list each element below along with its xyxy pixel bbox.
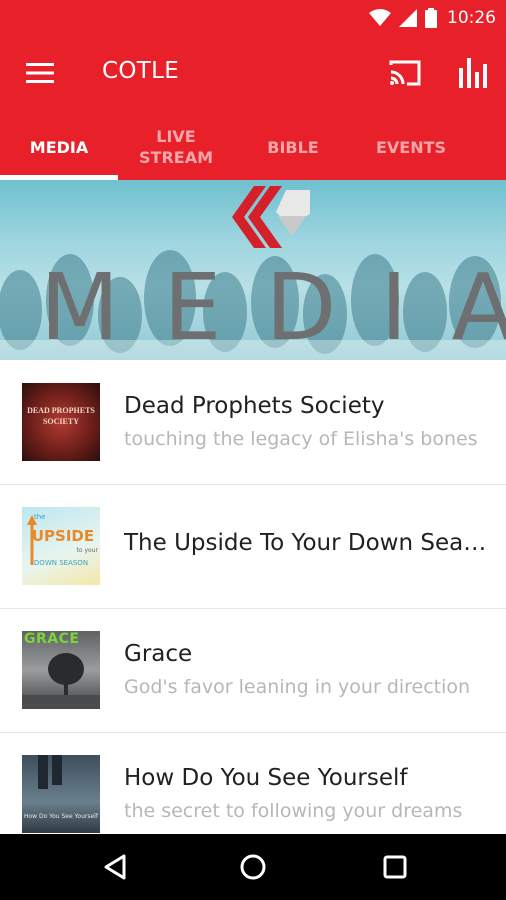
series-list: DEAD PROPHETS SOCIETY Dead Prophets Soci…: [0, 360, 506, 834]
list-item[interactable]: GRACE Grace God's favor leaning in your …: [0, 608, 506, 733]
battery-icon: [425, 8, 437, 28]
tab-bible[interactable]: BIBLE: [234, 114, 352, 180]
app-bar: COTLE: [0, 36, 506, 114]
series-title: Dead Prophets Society: [124, 393, 385, 419]
status-time: 10:26: [447, 8, 496, 28]
series-thumbnail: DEAD PROPHETS SOCIETY: [22, 383, 100, 461]
signal-icon: [399, 9, 417, 27]
series-subtitle: God's favor leaning in your direction: [124, 676, 471, 698]
thumb-text: DEAD PROPHETS: [27, 406, 95, 415]
tab-label-line2: STREAM: [139, 148, 213, 167]
recents-square-icon[interactable]: [380, 852, 410, 882]
tab-label: BIBLE: [267, 137, 319, 157]
series-title: How Do You See Yourself: [124, 765, 408, 791]
app-title: COTLE: [102, 58, 180, 84]
list-item[interactable]: DEAD PROPHETS SOCIETY Dead Prophets Soci…: [0, 360, 506, 485]
series-thumbnail: How Do You See Yourself: [22, 755, 100, 833]
tab-label-line1: LIVE: [156, 127, 196, 146]
thumb-text: DOWN SEASON: [33, 559, 89, 567]
series-subtitle: the secret to following your dreams: [124, 800, 463, 822]
status-icons: 10:26: [369, 6, 496, 30]
thumb-text: How Do You See Yourself: [24, 813, 98, 820]
thumb-text: SOCIETY: [42, 417, 79, 426]
bar-chart-icon[interactable]: [458, 56, 488, 88]
series-thumbnail: GRACE: [22, 631, 100, 709]
status-bar: 10:26: [0, 0, 506, 36]
tab-bar: MEDIA LIVE STREAM BIBLE EVENTS: [0, 114, 506, 180]
thumb-text: to your: [76, 547, 98, 554]
tab-live-stream[interactable]: LIVE STREAM: [118, 114, 234, 180]
series-title: Grace: [124, 641, 193, 667]
cast-icon[interactable]: [388, 58, 422, 88]
list-item[interactable]: the UPSIDE to your DOWN SEASON The Upsid…: [0, 484, 506, 609]
tab-label: EVENTS: [375, 137, 447, 157]
series-subtitle: touching the legacy of Elisha's bones: [124, 428, 478, 450]
hamburger-icon[interactable]: [26, 62, 54, 84]
series-title: The Upside To Your Down Sea…: [124, 530, 487, 556]
banner-title: MEDIA: [40, 254, 506, 360]
series-thumbnail: the UPSIDE to your DOWN SEASON: [22, 507, 100, 585]
wifi-icon: [369, 9, 391, 26]
tab-events[interactable]: EVENTS: [352, 114, 470, 180]
church-logo-icon: [232, 186, 310, 248]
thumb-text: UPSIDE: [31, 527, 95, 545]
system-nav-bar: [0, 834, 506, 900]
home-circle-icon[interactable]: [238, 852, 268, 882]
tab-media[interactable]: MEDIA: [0, 114, 118, 180]
tab-label: MEDIA: [29, 137, 89, 157]
media-banner: MEDIA: [0, 180, 506, 360]
list-item[interactable]: How Do You See Yourself How Do You See Y…: [0, 732, 506, 834]
back-triangle-icon[interactable]: [100, 852, 130, 882]
tree-icon: [22, 653, 100, 709]
thumb-text: the: [34, 513, 46, 521]
figure-icon: [38, 755, 62, 789]
